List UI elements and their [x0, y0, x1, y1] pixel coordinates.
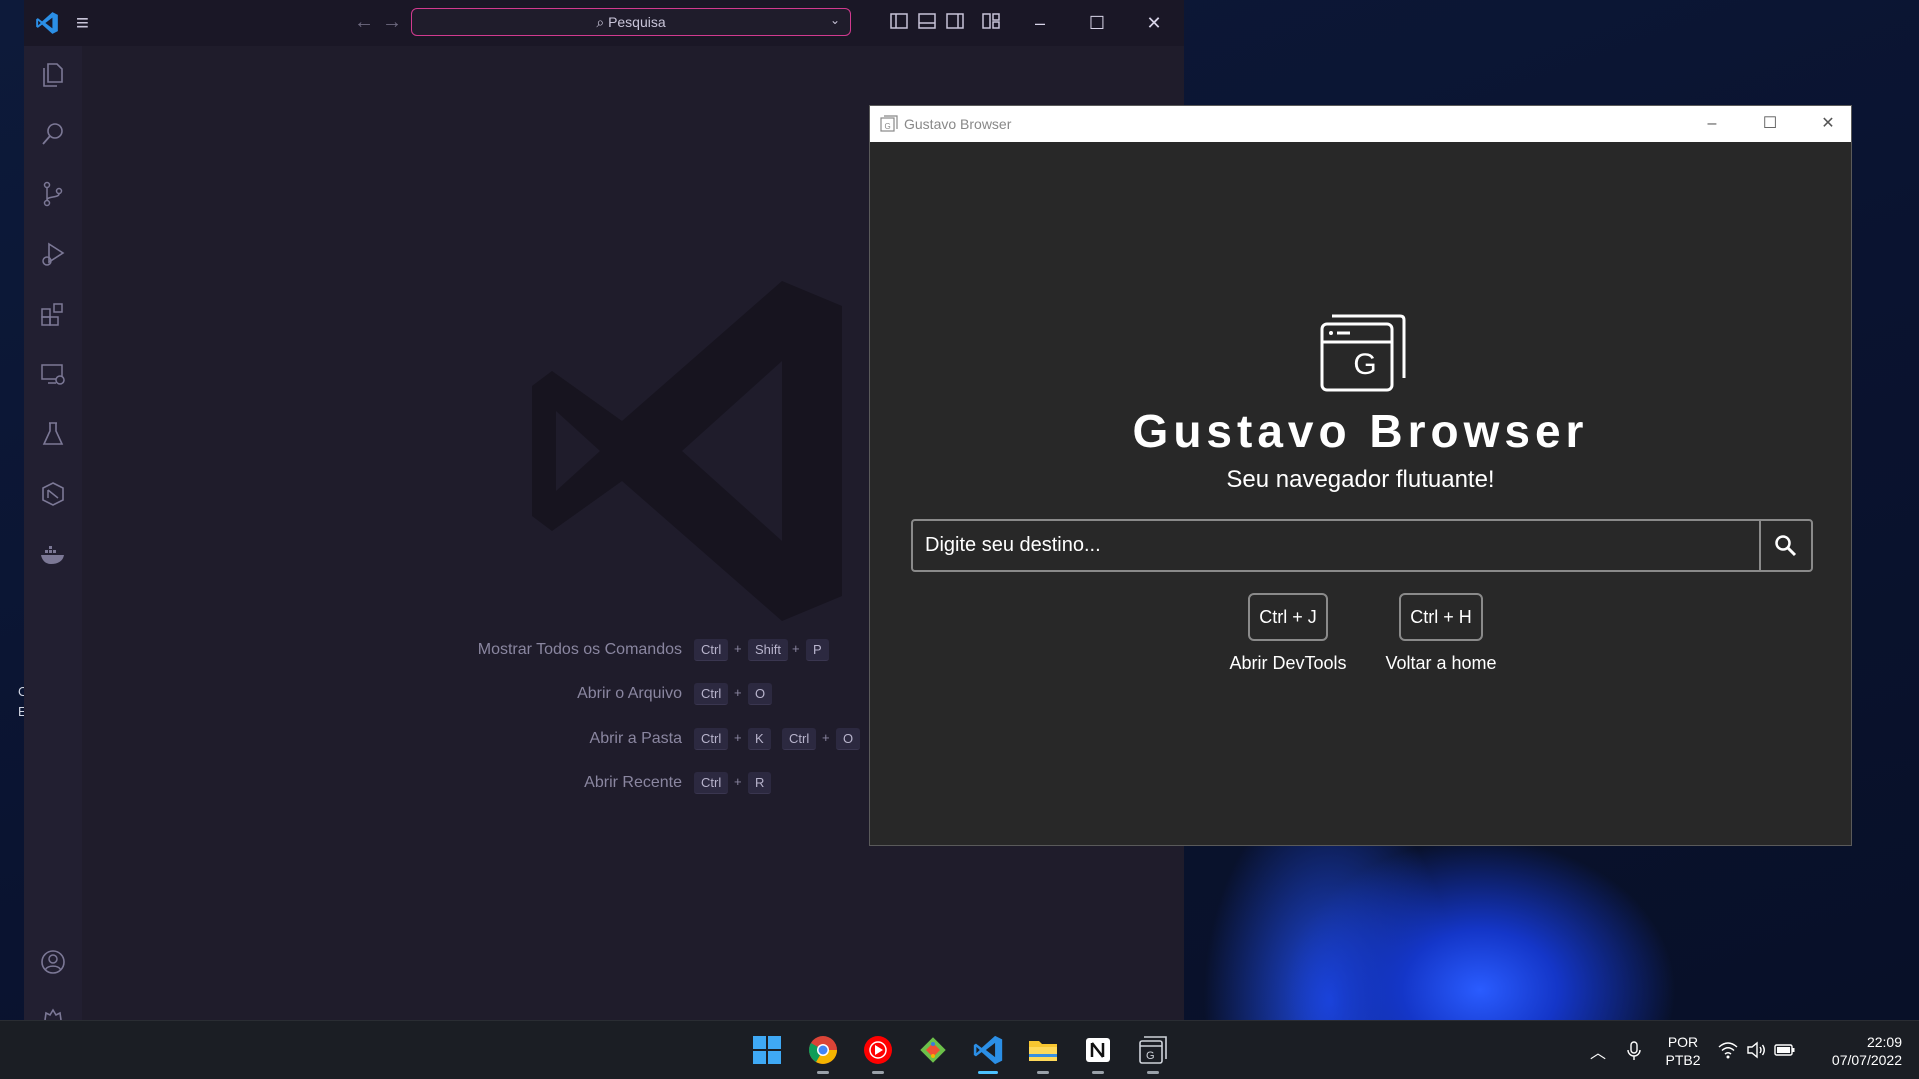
search-icon: ⌕ [596, 14, 605, 30]
shortcut-show-all-commands[interactable]: Mostrar Todos os Comandos [82, 639, 682, 663]
kbd-k: K [748, 728, 771, 750]
vscode-logo-icon [36, 12, 58, 34]
explorer-icon[interactable] [39, 60, 67, 88]
shortcut-open-recent[interactable]: Abrir Recente [82, 772, 682, 796]
search-button[interactable] [1759, 521, 1811, 570]
devtools-shortcut-label: Abrir DevTools [1229, 653, 1347, 673]
notion-icon[interactable] [1081, 1033, 1115, 1067]
home-shortcut-label: Voltar a home [1385, 653, 1497, 673]
command-center-label: Pesquisa [608, 14, 666, 30]
command-center-search[interactable]: ⌕ Pesquisa ⌄ [411, 8, 851, 36]
kbd-r: R [748, 772, 772, 794]
battery-charging-icon[interactable] [1774, 1042, 1796, 1058]
show-hidden-icons-chevron-icon[interactable]: ︿ [1590, 1039, 1606, 1063]
home-shortcut-key[interactable]: Ctrl + H [1399, 593, 1483, 641]
youtube-music-icon[interactable] [861, 1033, 895, 1067]
maximize-button[interactable]: ☐ [1077, 8, 1117, 38]
chrome-icon[interactable] [806, 1033, 840, 1067]
toggle-primary-sidebar-icon[interactable] [890, 13, 908, 29]
forward-arrow-icon[interactable]: → [382, 12, 402, 32]
hamburger-menu-icon[interactable]: ≡ [76, 12, 102, 34]
start-icon[interactable] [750, 1033, 784, 1067]
shortcut-open-folder[interactable]: Abrir a Pasta [82, 728, 682, 752]
browser-window-title: Gustavo Browser [904, 116, 1012, 132]
kbd-ctrl: Ctrl [782, 728, 817, 750]
minimize-button[interactable]: – [1688, 110, 1736, 138]
search-icon[interactable] [39, 120, 67, 148]
remote-explorer-icon[interactable] [39, 360, 67, 388]
toggle-panel-icon[interactable] [918, 13, 936, 29]
input-language-indicator[interactable]: POR PTB2 [1662, 1033, 1704, 1069]
vscode-icon[interactable] [971, 1033, 1005, 1067]
git-icon[interactable] [916, 1033, 950, 1067]
volume-icon[interactable] [1746, 1041, 1766, 1059]
gustavo-browser-window: G Gustavo Browser – ☐ ✕ G Gustavo Browse… [869, 105, 1852, 846]
file-explorer-icon[interactable] [1026, 1033, 1060, 1067]
clock-date: 07/07/2022 [1831, 1052, 1902, 1068]
toggle-secondary-sidebar-icon[interactable] [946, 13, 964, 29]
destination-search-box [911, 519, 1813, 572]
wifi-icon[interactable] [1718, 1041, 1738, 1059]
clock[interactable]: 22:09 07/07/2022 [1812, 1033, 1902, 1069]
logo-letter: G [1353, 348, 1377, 381]
back-arrow-icon[interactable]: ← [354, 12, 374, 32]
maximize-button[interactable]: ☐ [1746, 110, 1794, 138]
accounts-icon[interactable] [39, 948, 67, 976]
kbd-ctrl: Ctrl [694, 728, 729, 750]
docker-icon[interactable] [39, 540, 67, 568]
tagline: Seu navegador flutuante! [1226, 466, 1495, 493]
app-name-heading: Gustavo Browser [1132, 405, 1589, 457]
kbd-o: O [748, 683, 773, 705]
microphone-icon[interactable] [1626, 1041, 1642, 1061]
run-debug-icon[interactable] [39, 240, 67, 268]
search-icon [1775, 535, 1797, 557]
browser-app-icon: G [880, 115, 898, 132]
close-button[interactable]: ✕ [1134, 8, 1174, 38]
source-control-icon[interactable] [39, 180, 67, 208]
customize-layout-icon[interactable] [982, 13, 1000, 29]
kbd-ctrl: Ctrl [694, 683, 729, 705]
activity-bar [24, 46, 82, 1020]
gustavo-browser-icon[interactable]: G [1136, 1033, 1170, 1067]
svg-text:G: G [1146, 1050, 1155, 1062]
svg-text:G: G [885, 122, 891, 131]
kbd-p: P [806, 639, 829, 661]
vscode-watermark-icon [532, 281, 842, 621]
close-button[interactable]: ✕ [1804, 110, 1852, 138]
kbd-ctrl: Ctrl [694, 639, 729, 661]
kbd-o: O [836, 728, 861, 750]
settings-gear-icon[interactable] [39, 1002, 67, 1020]
testing-icon[interactable] [39, 420, 67, 448]
devtools-shortcut-key[interactable]: Ctrl + J [1248, 593, 1328, 641]
chevron-down-icon[interactable]: ⌄ [830, 13, 844, 27]
minimize-button[interactable]: – [1020, 8, 1060, 38]
extensions-icon[interactable] [39, 300, 67, 328]
kbd-ctrl: Ctrl [694, 772, 729, 794]
clock-time: 22:09 [1866, 1034, 1902, 1050]
gitlens-icon[interactable] [39, 480, 67, 508]
destination-input[interactable] [913, 521, 1759, 570]
vscode-titlebar: ≡ ← → ⌕ Pesquisa ⌄ – ☐ ✕ [24, 0, 1184, 46]
taskbar: G ︿ POR PTB2 22:09 07/07/2022 [0, 1020, 1919, 1079]
shortcut-open-file[interactable]: Abrir o Arquivo [82, 683, 682, 707]
kbd-shift: Shift [748, 639, 789, 661]
browser-titlebar: G Gustavo Browser – ☐ ✕ [870, 106, 1851, 142]
